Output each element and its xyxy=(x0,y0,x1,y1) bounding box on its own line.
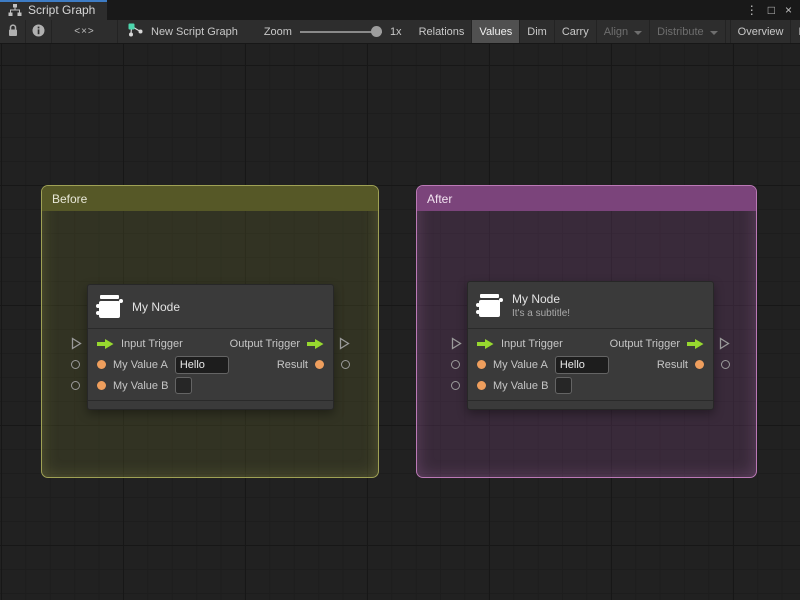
input-trigger-port-icon[interactable] xyxy=(477,338,494,350)
dim-button[interactable]: Dim xyxy=(520,20,555,43)
script-graph-window: Script Graph ⋮ □ × <×> New Script Graph … xyxy=(0,0,800,600)
tab-title: Script Graph xyxy=(28,3,96,17)
value-b-label: My Value B xyxy=(493,379,549,392)
value-b-input[interactable] xyxy=(555,377,573,394)
node-title: My Node xyxy=(512,291,561,306)
result-port-icon[interactable] xyxy=(695,360,704,369)
node-footer xyxy=(468,400,713,409)
value-a-label: My Value A xyxy=(493,358,548,371)
group-after-title: After xyxy=(427,191,453,206)
node-my-node-after[interactable]: My Node It's a subtitle! Input Trigger O… xyxy=(451,281,730,410)
input-trigger-outer-port[interactable] xyxy=(451,337,462,350)
value-b-port-icon[interactable] xyxy=(477,381,486,390)
node-ports: Input Trigger Output Trigger My Value A … xyxy=(451,329,730,400)
value-a-row: My Value A Result xyxy=(71,354,350,375)
input-trigger-label: Input Trigger xyxy=(121,337,183,350)
info-icon xyxy=(32,24,45,40)
zoom-slider-handle[interactable] xyxy=(370,25,382,37)
zoom-control: Zoom 1x xyxy=(248,20,412,43)
input-trigger-outer-port[interactable] xyxy=(71,337,82,350)
node-title: My Node xyxy=(132,299,181,314)
relations-button[interactable]: Relations xyxy=(412,20,473,43)
chevron-down-icon xyxy=(709,30,718,35)
value-b-outer-port[interactable] xyxy=(71,381,80,390)
value-a-outer-port[interactable] xyxy=(71,360,80,369)
window-controls: ⋮ □ × xyxy=(746,0,800,20)
value-b-label: My Value B xyxy=(113,379,169,392)
zoom-slider-track xyxy=(299,30,382,33)
tab-bar: Script Graph ⋮ □ × xyxy=(0,0,800,20)
value-a-row: My Value A Result xyxy=(451,354,730,375)
graph-hierarchy-icon xyxy=(8,4,22,16)
result-label: Result xyxy=(276,358,308,371)
output-trigger-port-icon[interactable] xyxy=(307,338,324,350)
value-a-port-icon[interactable] xyxy=(97,360,106,369)
zoom-slider[interactable] xyxy=(299,20,382,43)
node-header[interactable]: My Node xyxy=(88,285,333,329)
overview-button[interactable]: Overview xyxy=(731,20,792,43)
output-trigger-label: Output Trigger xyxy=(229,337,300,350)
chevron-down-icon xyxy=(634,30,643,35)
unit-node-icon xyxy=(476,293,503,317)
value-a-outer-port[interactable] xyxy=(451,360,460,369)
full-screen-button[interactable]: Full Screen xyxy=(791,20,800,43)
code-preview-button[interactable]: <×> xyxy=(52,20,118,43)
lock-icon xyxy=(7,23,19,40)
value-a-label: My Value A xyxy=(113,358,168,371)
output-trigger-port-icon[interactable] xyxy=(687,338,704,350)
input-trigger-port-icon[interactable] xyxy=(97,338,114,350)
node-ports: Input Trigger Output Trigger My Value A … xyxy=(71,329,350,400)
group-after[interactable]: After My Node It's a subtitle! Input Tri… xyxy=(416,185,757,478)
value-b-port-icon[interactable] xyxy=(97,381,106,390)
menu-icon[interactable]: ⋮ xyxy=(746,0,758,20)
zoom-value: 1x xyxy=(389,25,402,38)
zoom-label: Zoom xyxy=(263,25,292,38)
tab-script-graph[interactable]: Script Graph xyxy=(0,0,108,20)
input-trigger-label: Input Trigger xyxy=(501,337,563,350)
graph-name-label: New Script Graph xyxy=(151,25,238,38)
toolbar: <×> New Script Graph Zoom 1x Relations V… xyxy=(0,20,800,44)
group-after-header[interactable]: After xyxy=(417,186,756,211)
result-port-icon[interactable] xyxy=(315,360,324,369)
node-footer xyxy=(88,400,333,409)
values-button[interactable]: Values xyxy=(472,20,521,43)
carry-button[interactable]: Carry xyxy=(555,20,597,43)
view-buttons: Relations Values Dim Carry Align Distrib… xyxy=(412,20,800,43)
code-preview-icon: <×> xyxy=(74,26,95,37)
graph-canvas[interactable]: Before My Node Input Trigger Output Trig… xyxy=(0,44,800,600)
node-header[interactable]: My Node It's a subtitle! xyxy=(468,282,713,329)
maximize-icon[interactable]: □ xyxy=(768,0,775,20)
distribute-dropdown[interactable]: Distribute xyxy=(650,20,726,43)
value-a-input[interactable] xyxy=(554,355,609,374)
inspector-button[interactable] xyxy=(26,20,52,43)
output-trigger-outer-port[interactable] xyxy=(719,337,730,350)
value-b-row: My Value B xyxy=(451,375,713,396)
group-before-header[interactable]: Before xyxy=(42,186,378,211)
align-dropdown[interactable]: Align xyxy=(597,20,651,43)
graph-breadcrumb[interactable]: New Script Graph xyxy=(118,20,248,43)
node-my-node-before[interactable]: My Node Input Trigger Output Trigger My … xyxy=(71,284,350,410)
value-a-port-icon[interactable] xyxy=(477,360,486,369)
value-a-input[interactable] xyxy=(174,355,229,374)
output-trigger-label: Output Trigger xyxy=(609,337,680,350)
trigger-row: Input Trigger Output Trigger xyxy=(71,333,350,354)
result-outer-port[interactable] xyxy=(341,360,350,369)
result-label: Result xyxy=(656,358,688,371)
value-b-input[interactable] xyxy=(175,377,193,394)
node-subtitle: It's a subtitle! xyxy=(512,307,571,319)
close-icon[interactable]: × xyxy=(785,0,792,20)
value-b-row: My Value B xyxy=(71,375,333,396)
group-before[interactable]: Before My Node Input Trigger Output Trig… xyxy=(41,185,379,478)
output-trigger-outer-port[interactable] xyxy=(339,337,350,350)
lock-button[interactable] xyxy=(0,20,26,43)
result-outer-port[interactable] xyxy=(721,360,730,369)
trigger-row: Input Trigger Output Trigger xyxy=(451,333,730,354)
unit-node-icon xyxy=(96,295,123,318)
value-b-outer-port[interactable] xyxy=(451,381,460,390)
group-before-title: Before xyxy=(52,191,88,206)
new-graph-icon xyxy=(128,23,144,40)
